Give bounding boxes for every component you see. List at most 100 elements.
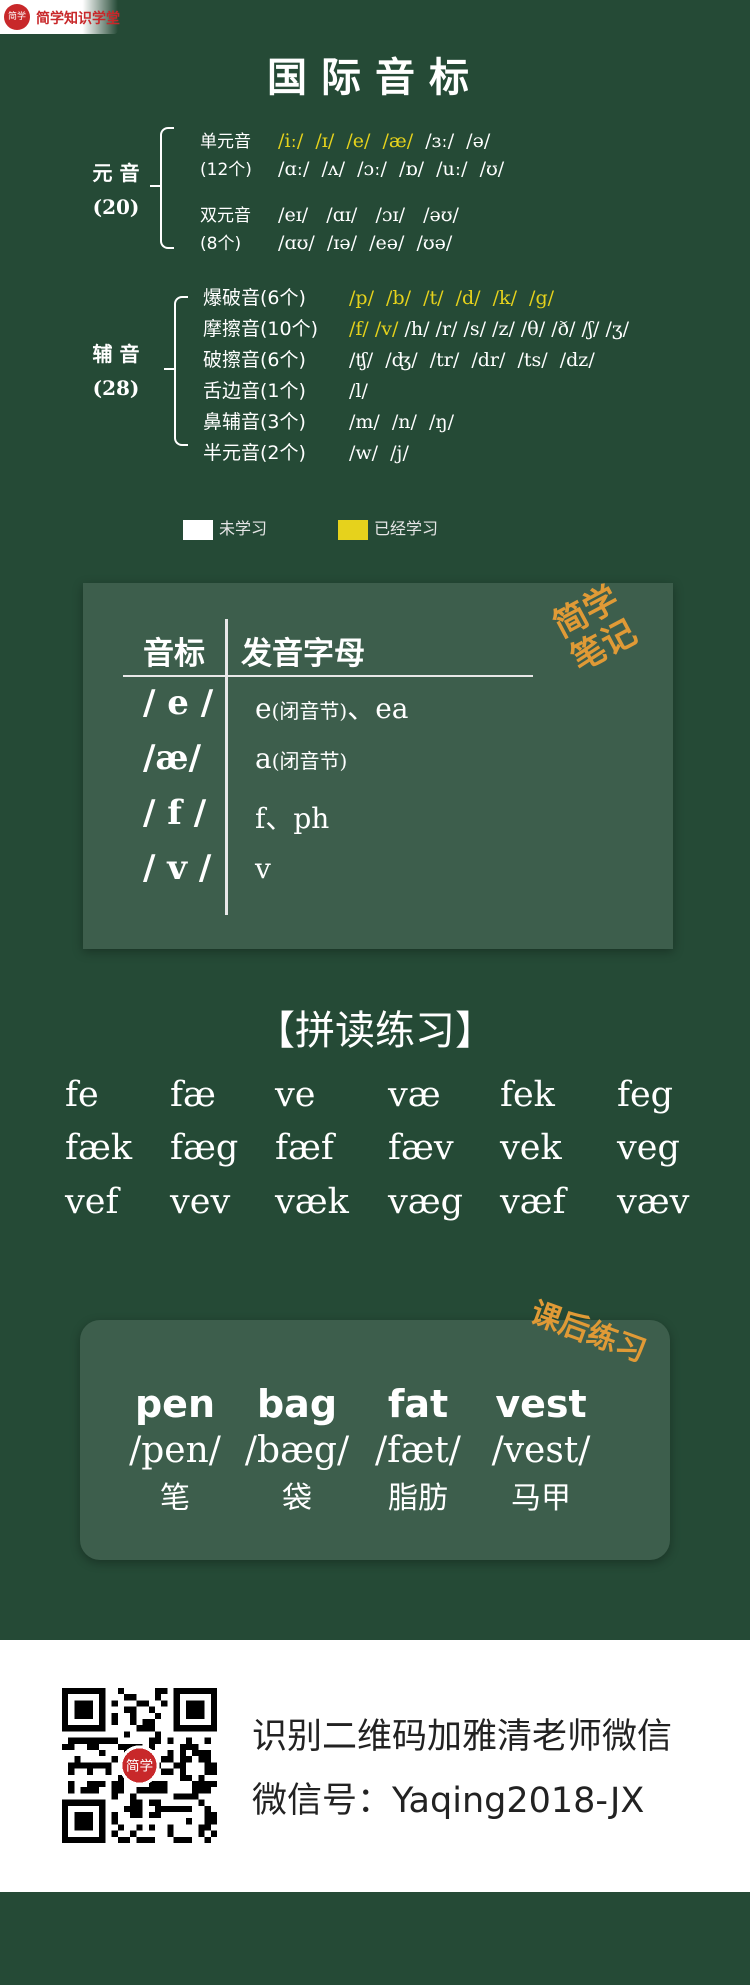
note-symbol: / f / (143, 793, 207, 833)
practice-word: fek (500, 1075, 555, 1115)
practice-word: vev (170, 1182, 231, 1222)
mono-vowel-count: (12个) (200, 160, 252, 180)
page-title: 国际音标 (267, 54, 483, 101)
note-letters-main: v (255, 852, 271, 885)
note-letters-extra: 、ea (347, 692, 409, 725)
practice-word: veg (617, 1128, 680, 1168)
homework-word: bag/bæg/袋 (232, 1382, 362, 1517)
homework-word: vest/vest/马甲 (476, 1382, 606, 1517)
word-phonetic: /bæg/ (244, 1430, 350, 1471)
header-letters: 发音字母 (241, 636, 365, 672)
practice-word: fæg (170, 1128, 239, 1168)
consonants-unlearned: /h/ /r/ /s/ /z/ /θ/ /ð/ /ʃ/ /ʒ/ (398, 318, 630, 340)
note-letters-main: e (255, 692, 272, 725)
vowel-brace-tick (150, 185, 162, 187)
homework-stamp: 课后练习 (525, 1295, 651, 1370)
notes-stamp: 简学 笔记 (547, 579, 644, 680)
di-vowel-row1: 双元音 /eɪ/ /ɑɪ/ /ɔɪ/ /əʊ/ (200, 201, 459, 226)
note-letters: f、ph (255, 797, 329, 837)
qr-code[interactable]: 简学 (62, 1688, 217, 1843)
header-divider (123, 675, 533, 677)
practice-word: vef (65, 1182, 119, 1222)
legend-unlearned-label: 未学习 (219, 519, 268, 538)
practice-word: fæf (275, 1128, 334, 1168)
notes-card: 简学 笔记 音标 发音字母 / e / e(闭音节)、ea/æ/a(闭音节) / f … (83, 579, 673, 949)
practice-word: fæk (65, 1128, 133, 1168)
consonants-learned: /f/ /v/ (349, 318, 399, 340)
legend-yellow-swatch (338, 519, 368, 540)
homework-card: 课后练习 pen/pen/笔 bag/bæg/袋 fat/fæt/脂肪 vest/ve… (80, 1296, 670, 1560)
consonant-row: 鼻辅音(3个) /m/ /n/ /ŋ/ (203, 407, 454, 434)
mono-vowels-unlearned-2: /ɑː/ /ʌ/ /ɔː/ /ɒ/ /uː/ /ʊ/ (278, 158, 505, 180)
consonants-unlearned: /m/ /n/ /ŋ/ (349, 411, 455, 433)
logo-text: 简学知识学堂 (36, 11, 120, 27)
word-english: pen (134, 1382, 216, 1426)
consonant-category: 爆破音(6个) (203, 287, 306, 309)
practice-word: vek (500, 1128, 562, 1168)
consonant-row: 半元音(2个) /w/ /j/ (203, 438, 409, 465)
practice-word: væk (275, 1182, 349, 1222)
practice-word: fæ (170, 1075, 216, 1115)
consonant-row: 摩擦音(10个) /f/ /v/ /h/ /r/ /s/ /z/ /θ/ /ð/ … (203, 314, 629, 341)
practice-word: ve (275, 1075, 316, 1115)
consonant-brace (174, 296, 188, 446)
legend-white-swatch (183, 519, 213, 540)
word-english: vest (495, 1382, 587, 1426)
practice-word: væg (388, 1182, 464, 1222)
consonant-category: 摩擦音(10个) (203, 318, 319, 340)
practice-word: fe (65, 1075, 99, 1115)
footer-line2: 微信号：Yaqing2018-JX (252, 1781, 645, 1821)
note-letters: a(闭音节) (255, 742, 347, 775)
homework-word: pen/pen/笔 (110, 1382, 240, 1517)
consonant-brace-tick (164, 368, 176, 370)
word-phonetic: /vest/ (491, 1430, 591, 1471)
homework-word: fat/fæt/脂肪 (353, 1382, 483, 1517)
legend-learned-label: 已经学习 (374, 519, 439, 538)
consonant-row: 爆破音(6个) /p/ /b/ /t/ /d/ /k/ /g/ (203, 283, 554, 310)
practice-word: væ (388, 1075, 441, 1115)
note-symbol: / e / (143, 683, 214, 723)
di-vowel-row2: (8个) /ɑʊ/ /ɪə/ /eə/ /ʊə/ (200, 229, 452, 254)
note-letters-note: (闭音节) (271, 749, 348, 773)
note-letters: e(闭音节)、ea (255, 687, 408, 727)
word-phonetic: /fæt/ (375, 1430, 461, 1471)
consonants-unlearned: /l/ (349, 380, 368, 402)
consonant-row: 破擦音(6个) /ʧ/ /ʤ/ /tr/ /dr/ /ts/ /dz/ (203, 345, 595, 372)
mono-vowel-label: 单元音 (200, 132, 251, 152)
note-letters: v (255, 852, 271, 885)
word-phonetic: /pen/ (129, 1430, 221, 1471)
mono-vowel-row1: 单元音 /iː/ /ɪ/ /e/ /æ/ /ɜː/ /ə/ (200, 127, 490, 152)
mono-vowel-row2: (12个) /ɑː/ /ʌ/ /ɔː/ /ɒ/ /uː/ /ʊ/ (200, 155, 504, 180)
consonant-group-count: (28) (92, 376, 140, 400)
footer: 简学 识别二维码加雅清老师微信 微信号：Yaqing2018-JX (0, 1640, 750, 1892)
note-letters-main: a (255, 742, 272, 775)
practice-word: væf (500, 1182, 566, 1222)
legend-unlearned: 未学习 (183, 515, 267, 540)
logo-mark: 简学 (4, 4, 30, 30)
vowel-brace (160, 127, 174, 249)
note-letters-main: f、ph (255, 802, 330, 835)
practice-title: 【拼读练习】 (255, 1008, 495, 1054)
word-chinese: 脂肪 (388, 1481, 448, 1516)
vowel-group-label: 元 音 (92, 161, 140, 185)
practice-word: feg (617, 1075, 674, 1115)
consonant-category: 鼻辅音(3个) (203, 411, 306, 433)
word-english: fat (387, 1382, 449, 1426)
consonant-category: 半元音(2个) (203, 442, 306, 464)
practice-word: væv (617, 1182, 690, 1222)
qr-badge: 简学 (126, 1757, 153, 1774)
legend-learned: 已经学习 (338, 515, 438, 540)
consonant-group-label: 辅 音 (92, 342, 140, 366)
vowel-group-count: (20) (92, 195, 140, 219)
mono-vowels-unlearned-1: /ɜː/ /ə/ (413, 130, 491, 152)
di-vowels-1: /eɪ/ /ɑɪ/ /ɔɪ/ /əʊ/ (278, 204, 459, 226)
consonant-category: 舌边音(1个) (203, 380, 306, 402)
consonants-unlearned: /ʧ/ /ʤ/ /tr/ /dr/ /ts/ /dz/ (349, 349, 595, 371)
footer-line1: 识别二维码加雅清老师微信 (252, 1717, 673, 1757)
note-symbol: /æ/ (143, 738, 201, 778)
di-vowel-count: (8个) (200, 234, 242, 254)
brand-logo: 简学 简学知识学堂 (0, 0, 120, 34)
header-symbol: 音标 (143, 636, 205, 672)
consonant-row: 舌边音(1个) /l/ (203, 376, 368, 403)
mono-vowels-learned: /iː/ /ɪ/ /e/ /æ/ (278, 130, 414, 152)
